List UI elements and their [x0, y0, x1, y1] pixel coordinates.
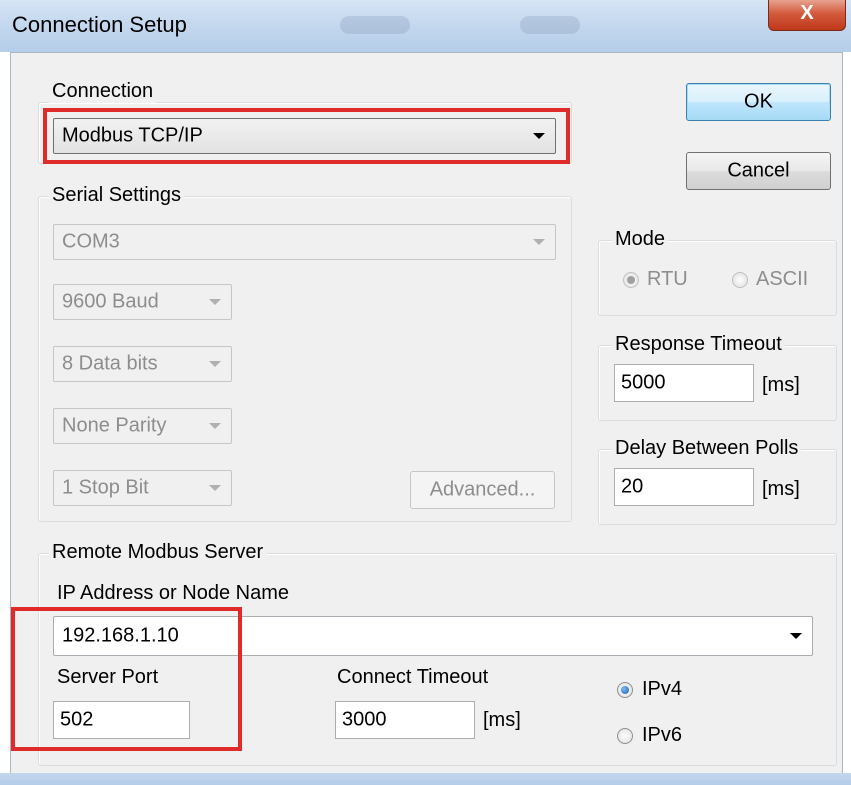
- ipv4-label: IPv4: [642, 678, 683, 700]
- response-timeout-unit: [ms]: [762, 374, 800, 396]
- response-timeout-legend: Response Timeout: [612, 333, 785, 356]
- parity-value: None Parity: [62, 414, 167, 437]
- parity-select[interactable]: None Parity: [53, 408, 232, 444]
- baud-rate-select[interactable]: 9600 Baud: [53, 284, 232, 320]
- mode-ascii-label: ASCII: [756, 268, 809, 290]
- ip-address-label: IP Address or Node Name: [57, 582, 289, 604]
- connect-timeout-value: 3000: [342, 708, 387, 731]
- chevron-down-icon[interactable]: [790, 633, 802, 639]
- advanced-button[interactable]: Advanced...: [410, 471, 555, 509]
- ipv4-radio[interactable]: [617, 682, 633, 698]
- title-bar[interactable]: Connection Setup X: [0, 0, 851, 52]
- close-icon: X: [800, 2, 814, 24]
- connection-legend: Connection: [49, 80, 157, 103]
- chevron-down-icon[interactable]: [209, 299, 221, 305]
- mode-rtu-radio[interactable]: [623, 272, 639, 288]
- stop-bits-select[interactable]: 1 Stop Bit: [53, 470, 232, 506]
- delay-between-polls-value: 20: [621, 475, 644, 498]
- chevron-down-icon[interactable]: [209, 423, 221, 429]
- server-port-highlight-box: [11, 607, 242, 751]
- delay-between-polls-unit: [ms]: [762, 478, 800, 500]
- connect-timeout-label: Connect Timeout: [337, 666, 489, 688]
- mode-rtu-label: RTU: [647, 268, 688, 290]
- chevron-down-icon[interactable]: [209, 485, 221, 491]
- delay-between-polls-input[interactable]: 20: [614, 468, 754, 506]
- response-timeout-value: 5000: [621, 371, 666, 394]
- chevron-down-icon[interactable]: [533, 239, 545, 245]
- ipv6-radio[interactable]: [617, 728, 633, 744]
- connect-timeout-unit: [ms]: [483, 709, 521, 731]
- cancel-button-label: Cancel: [727, 159, 790, 182]
- window-bottom-frame: [0, 773, 851, 785]
- chevron-down-icon[interactable]: [209, 361, 221, 367]
- close-button[interactable]: X: [768, 0, 846, 31]
- title-bar-blur: [520, 16, 580, 34]
- remote-server-legend: Remote Modbus Server: [49, 541, 267, 564]
- response-timeout-input[interactable]: 5000: [614, 364, 754, 402]
- ipv6-label: IPv6: [642, 724, 683, 746]
- ok-button[interactable]: OK: [686, 83, 831, 121]
- ok-button-label: OK: [744, 90, 773, 113]
- data-bits-select[interactable]: 8 Data bits: [53, 346, 232, 382]
- connection-highlight-box: [43, 108, 570, 164]
- connect-timeout-input[interactable]: 3000: [335, 701, 475, 739]
- com-port-value: COM3: [62, 230, 120, 253]
- com-port-select[interactable]: COM3: [53, 224, 556, 260]
- title-bar-blur: [340, 16, 410, 34]
- window-title: Connection Setup: [12, 12, 187, 37]
- delay-between-polls-legend: Delay Between Polls: [612, 437, 802, 460]
- serial-settings-legend: Serial Settings: [49, 184, 184, 207]
- connection-setup-window: Connection Setup X Connection Modbus TCP…: [0, 0, 851, 785]
- cancel-button[interactable]: Cancel: [686, 152, 831, 190]
- baud-rate-value: 9600 Baud: [62, 290, 159, 313]
- advanced-button-label: Advanced...: [429, 478, 536, 501]
- data-bits-value: 8 Data bits: [62, 352, 158, 375]
- stop-bits-value: 1 Stop Bit: [62, 476, 149, 499]
- mode-ascii-radio[interactable]: [732, 272, 748, 288]
- mode-legend: Mode: [612, 228, 669, 251]
